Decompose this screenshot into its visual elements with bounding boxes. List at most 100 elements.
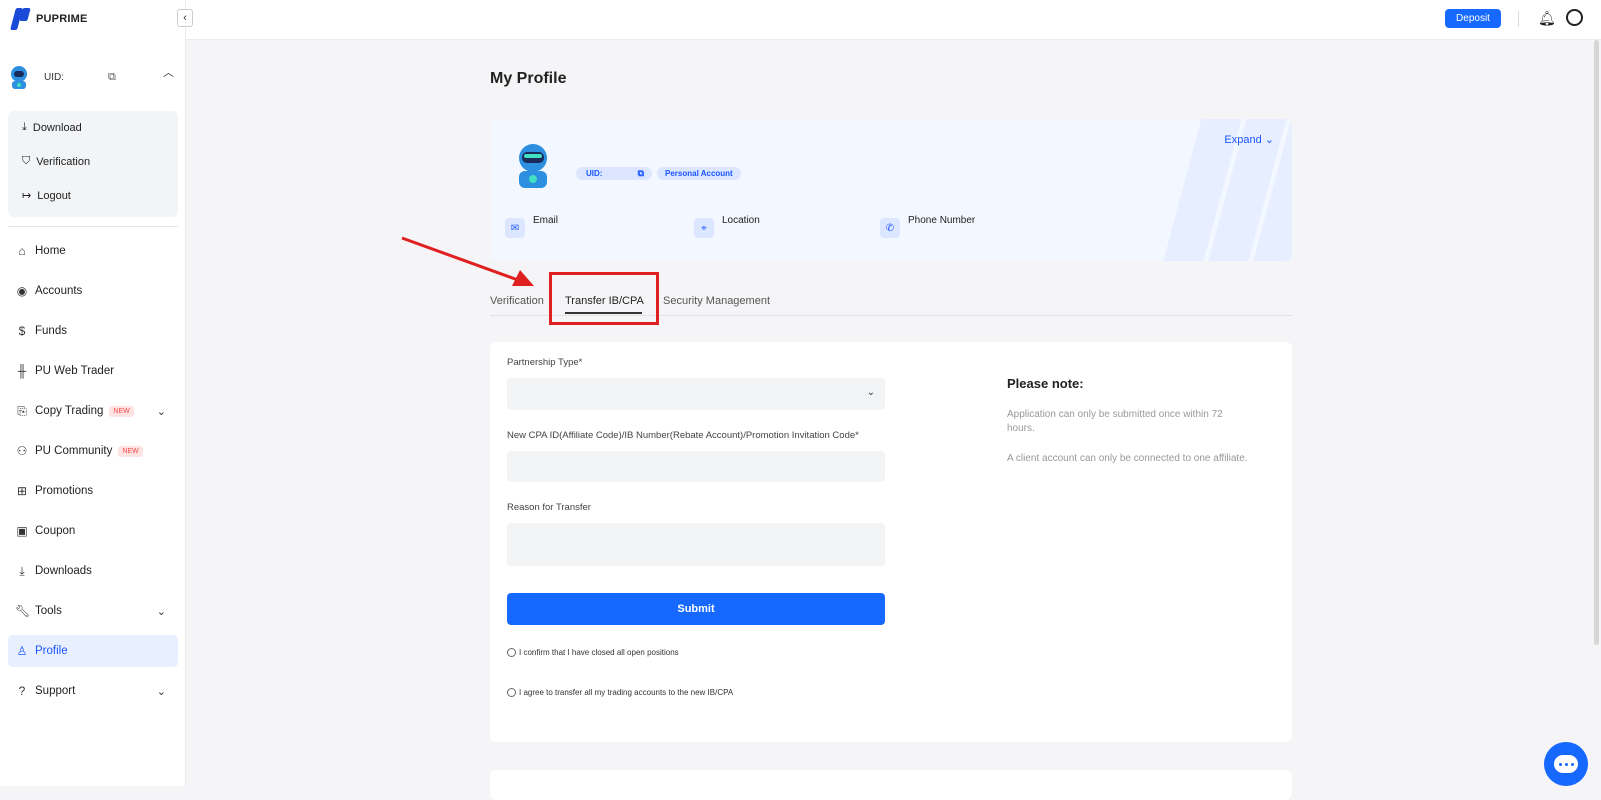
divider: [8, 226, 178, 227]
sidebar-item-accounts[interactable]: ◉ Accounts: [8, 275, 178, 307]
transfer-form-card: Partnership Type* ⌄ New CPA ID(Affiliate…: [490, 342, 1292, 742]
sidebar-item-support[interactable]: ? Support ⌄: [8, 675, 178, 707]
partnership-type-label: Partnership Type*: [507, 357, 583, 368]
sidebar-item-label: PU Web Trader: [35, 365, 115, 377]
agree-transfer-text: I agree to transfer all my trading accou…: [519, 688, 734, 697]
user-summary[interactable]: UID: ⧉ ︿: [8, 60, 178, 94]
sidebar-item-label: PU Community: [35, 445, 113, 457]
dashboard-icon[interactable]: [1566, 9, 1583, 26]
bell-icon[interactable]: 🔔︎: [1538, 10, 1556, 27]
partnership-type-select[interactable]: ⌄: [507, 378, 885, 410]
profile-card: Expand ⌄ UID: ⧉ Personal Account ✉ Email…: [490, 119, 1292, 261]
home-icon: ⌂: [18, 244, 26, 258]
gift-icon: ⊞: [16, 484, 28, 498]
avatar: [512, 142, 554, 188]
avatar: [8, 65, 30, 89]
phone-label: Phone Number: [908, 215, 976, 226]
expand-link[interactable]: Expand ⌄: [1224, 133, 1274, 146]
chevron-down-icon: ⌄: [866, 387, 875, 398]
agree-transfer-option[interactable]: I agree to transfer all my trading accou…: [507, 688, 733, 697]
wrench-icon: 🔧︎: [15, 604, 31, 618]
confirm-positions-option[interactable]: I confirm that I have closed all open po…: [507, 648, 679, 657]
location-label: Location: [722, 215, 760, 226]
user-menu-logout[interactable]: ↦ Logout: [22, 189, 71, 203]
page-title: My Profile: [490, 70, 567, 87]
sidebar-item-home[interactable]: ⌂ Home: [8, 235, 178, 267]
sidebar: PUPRIME UID: ⧉ ︿ ⤓ Download ⛉ Verificati…: [0, 0, 186, 786]
sidebar-item-label: Downloads: [35, 565, 92, 577]
sidebar-item-coupon[interactable]: ▣ Coupon: [8, 515, 178, 547]
sidebar-item-tools[interactable]: 🔧︎ Tools ⌄: [8, 595, 178, 627]
brand-name: PUPRIME: [36, 13, 88, 25]
user-menu-label: Download: [32, 121, 82, 134]
sidebar-item-promotions[interactable]: ⊞ Promotions: [8, 475, 178, 507]
chat-icon: [1554, 755, 1578, 773]
reason-label: Reason for Transfer: [507, 502, 591, 513]
user-circle-icon: ◉: [16, 284, 28, 298]
radio-button[interactable]: [507, 648, 516, 657]
user-menu-verification[interactable]: ⛉ Verification: [22, 155, 90, 168]
chevron-down-icon[interactable]: ⌄: [157, 405, 166, 418]
radio-button[interactable]: [507, 688, 516, 697]
confirm-positions-text: I confirm that I have closed all open po…: [519, 648, 679, 657]
deposit-button[interactable]: Deposit: [1445, 9, 1501, 28]
sidebar-item-web-trader[interactable]: ╫ PU Web Trader: [8, 355, 178, 387]
code-input[interactable]: [507, 451, 885, 482]
logout-icon: ↦: [22, 190, 32, 202]
candlestick-icon: ╫: [17, 364, 27, 378]
copy-icon[interactable]: ⧉: [108, 71, 116, 84]
note-title: Please note:: [1007, 376, 1084, 391]
phone-info: ✆ Phone Number: [880, 215, 975, 238]
reason-textarea[interactable]: [507, 523, 885, 566]
sidebar-item-label: Copy Trading: [35, 405, 104, 417]
user-menu-label: Logout: [37, 189, 71, 202]
scrollbar[interactable]: [1594, 40, 1599, 645]
submit-button[interactable]: Submit: [507, 593, 885, 625]
download-icon: ⤓: [22, 121, 27, 133]
collapse-sidebar-button[interactable]: ‹: [177, 9, 193, 27]
sidebar-item-profile[interactable]: ♙ Profile: [8, 635, 178, 667]
puprime-logo-icon: [10, 8, 31, 30]
sidebar-item-label: Funds: [35, 325, 67, 337]
user-menu-download[interactable]: ⤓ Download: [22, 121, 82, 134]
shield-icon: ⛉: [22, 155, 31, 167]
dollar-icon: $: [18, 324, 26, 338]
code-label: New CPA ID(Affiliate Code)/IB Number(Reb…: [507, 430, 859, 441]
download-icon: ⤓: [19, 563, 25, 578]
sidebar-item-label: Accounts: [35, 285, 83, 297]
new-badge: NEW: [109, 405, 134, 417]
chat-button[interactable]: [1544, 742, 1588, 786]
user-menu-label: Verification: [36, 155, 91, 168]
phone-icon: ✆: [880, 218, 900, 238]
location-info: ⌖ Location: [694, 215, 760, 238]
sidebar-item-downloads[interactable]: ⤓ Downloads: [8, 555, 178, 587]
note-text-1: Application can only be submitted once w…: [1007, 409, 1223, 434]
account-type-badge: Personal Account: [657, 167, 741, 180]
chevron-up-icon[interactable]: ︿: [163, 64, 174, 80]
sidebar-item-label: Promotions: [35, 485, 94, 497]
uid-pill: UID: ⧉: [576, 167, 652, 180]
note-text-2: A client account can only be connected t…: [1007, 453, 1248, 464]
divider: [1518, 11, 1519, 27]
chevron-down-icon[interactable]: ⌄: [157, 605, 166, 618]
uid-label: UID:: [44, 71, 64, 83]
logo[interactable]: PUPRIME: [10, 8, 88, 30]
tab-verification[interactable]: Verification: [490, 295, 544, 307]
sidebar-item-label: Home: [35, 245, 66, 257]
sidebar-item-funds[interactable]: $ Funds: [8, 315, 178, 347]
location-pin-icon: ⌖: [694, 218, 714, 238]
tab-security-management[interactable]: Security Management: [663, 295, 770, 307]
copy-icon[interactable]: ⧉: [638, 168, 644, 179]
sidebar-item-label: Profile: [35, 645, 68, 657]
copy-trading-icon: ⎘: [17, 403, 27, 418]
email-label: Email: [533, 215, 559, 226]
person-icon: ♙: [16, 644, 28, 658]
user-menu: ⤓ Download ⛉ Verification ↦ Logout: [8, 111, 178, 217]
sidebar-item-label: Tools: [35, 605, 62, 617]
next-section-card: [490, 770, 1292, 800]
sidebar-item-pu-community[interactable]: ⚇ PU Community NEW: [8, 435, 178, 467]
sidebar-item-copy-trading[interactable]: ⎘ Copy Trading NEW ⌄: [8, 395, 178, 427]
annotation-highlight-box: [549, 272, 659, 325]
chevron-down-icon[interactable]: ⌄: [157, 685, 166, 698]
coupon-icon: ▣: [16, 524, 28, 538]
